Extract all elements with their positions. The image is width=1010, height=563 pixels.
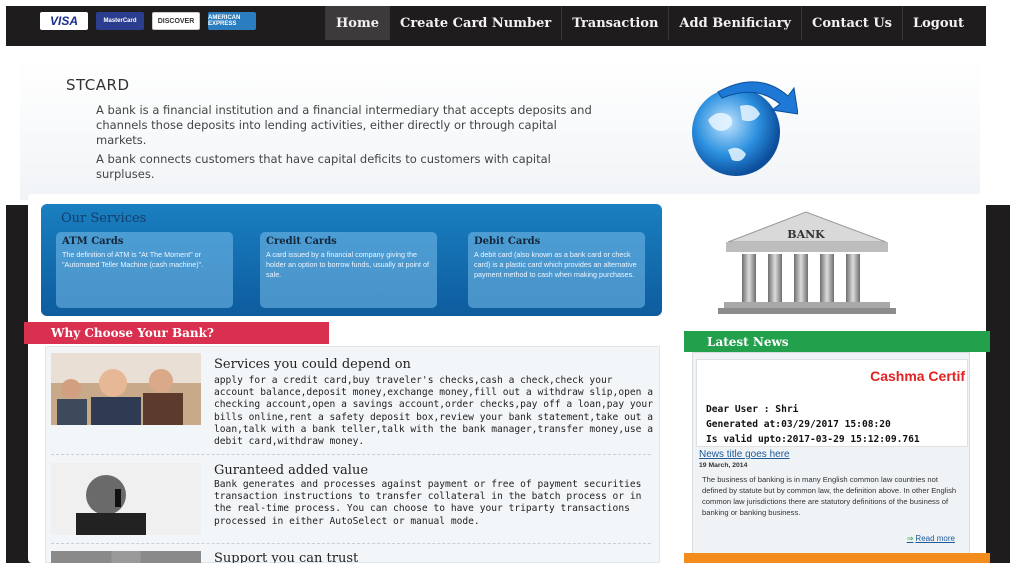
nav-home[interactable]: Home bbox=[325, 6, 389, 40]
certificate-generated: Generated at:03/29/2017 15:08:20 bbox=[706, 419, 891, 430]
service-text: The definition of ATM is "At The Moment"… bbox=[62, 250, 204, 269]
services-title: Our Services bbox=[61, 211, 147, 226]
nav-transaction[interactable]: Transaction bbox=[561, 6, 668, 40]
phone-call-photo bbox=[51, 463, 201, 535]
service-debit-cards[interactable]: Debit Cards A debit card (also known as … bbox=[468, 232, 645, 308]
why-choose-header: Why Choose Your Bank? bbox=[24, 322, 329, 344]
certificate-title: Cashma Certif bbox=[870, 368, 965, 384]
news-text: The business of banking is in many Engli… bbox=[702, 475, 957, 517]
hero-intro: A bank is a financial institution and a … bbox=[96, 103, 596, 186]
nav-create-card-number[interactable]: Create Card Number bbox=[388, 6, 561, 40]
read-more-link[interactable]: ⇒ Read more bbox=[907, 534, 955, 543]
nav-add-beneficiary[interactable]: Add Benificiary bbox=[668, 6, 801, 40]
header-zigzag-edge bbox=[6, 40, 986, 54]
service-title: Credit Cards bbox=[266, 236, 337, 247]
service-atm-cards[interactable]: ATM Cards The definition of ATM is "At T… bbox=[56, 232, 233, 308]
latest-news-header: Latest News bbox=[684, 331, 990, 352]
bank-building-image: BANK bbox=[696, 204, 936, 316]
visa-logo: VISA bbox=[40, 12, 88, 30]
latest-news-panel: Cashma Certif Dear User : Shri Generated… bbox=[692, 352, 970, 563]
nav-contact-us[interactable]: Contact Us bbox=[800, 6, 902, 40]
divider bbox=[51, 543, 651, 544]
service-title: Debit Cards bbox=[474, 236, 541, 247]
service-title: ATM Cards bbox=[62, 236, 124, 247]
site-brand: STCARD bbox=[66, 76, 130, 94]
certificate-user: Dear User : Shri bbox=[706, 404, 799, 415]
service-text: A card issued by a financial company giv… bbox=[266, 250, 430, 279]
services-panel: Our Services ATM Cards The definition of… bbox=[41, 204, 662, 316]
why-choose-list: Services you could depend on apply for a… bbox=[45, 346, 660, 563]
next-section-header bbox=[684, 553, 990, 563]
hero-paragraph-2: A bank connects customers that have capi… bbox=[96, 152, 551, 181]
nav-logout[interactable]: Logout bbox=[901, 6, 974, 40]
hero-paragraph-1: A bank is a financial institution and a … bbox=[96, 103, 592, 147]
amex-logo: AMERICAN EXPRESS bbox=[208, 12, 256, 30]
bank-label: BANK bbox=[787, 228, 825, 241]
news-date: 19 March, 2014 bbox=[699, 462, 748, 469]
arrow-right-icon: ⇒ bbox=[906, 534, 914, 543]
main-nav: Home Create Card Number Transaction Add … bbox=[325, 6, 974, 40]
business-meeting-photo bbox=[51, 353, 201, 425]
item-title: Guranteed added value bbox=[214, 463, 369, 478]
news-title-link[interactable]: News title goes here bbox=[699, 449, 790, 460]
item-title: Support you can trust bbox=[214, 551, 359, 563]
read-more-label: Read more bbox=[915, 534, 955, 543]
globe-icon bbox=[692, 81, 798, 176]
item-text: Bank generates and processes against pay… bbox=[214, 479, 642, 527]
item-text: apply for a credit card,buy traveler's c… bbox=[214, 375, 653, 448]
card-logos: VISA MasterCard DISCOVER AMERICAN EXPRES… bbox=[40, 12, 256, 30]
service-credit-cards[interactable]: Credit Cards A card issued by a financia… bbox=[260, 232, 437, 308]
certificate-card: Cashma Certif Dear User : Shri Generated… bbox=[696, 359, 968, 447]
discover-logo: DISCOVER bbox=[152, 12, 200, 30]
service-text: A debit card (also known as a bank card … bbox=[474, 250, 637, 279]
mastercard-logo: MasterCard bbox=[96, 12, 144, 30]
certificate-valid: Is valid upto:2017-03-29 15:12:09.761 bbox=[706, 434, 920, 445]
item-title: Services you could depend on bbox=[214, 357, 411, 372]
support-photo bbox=[51, 551, 201, 563]
divider bbox=[51, 454, 651, 455]
